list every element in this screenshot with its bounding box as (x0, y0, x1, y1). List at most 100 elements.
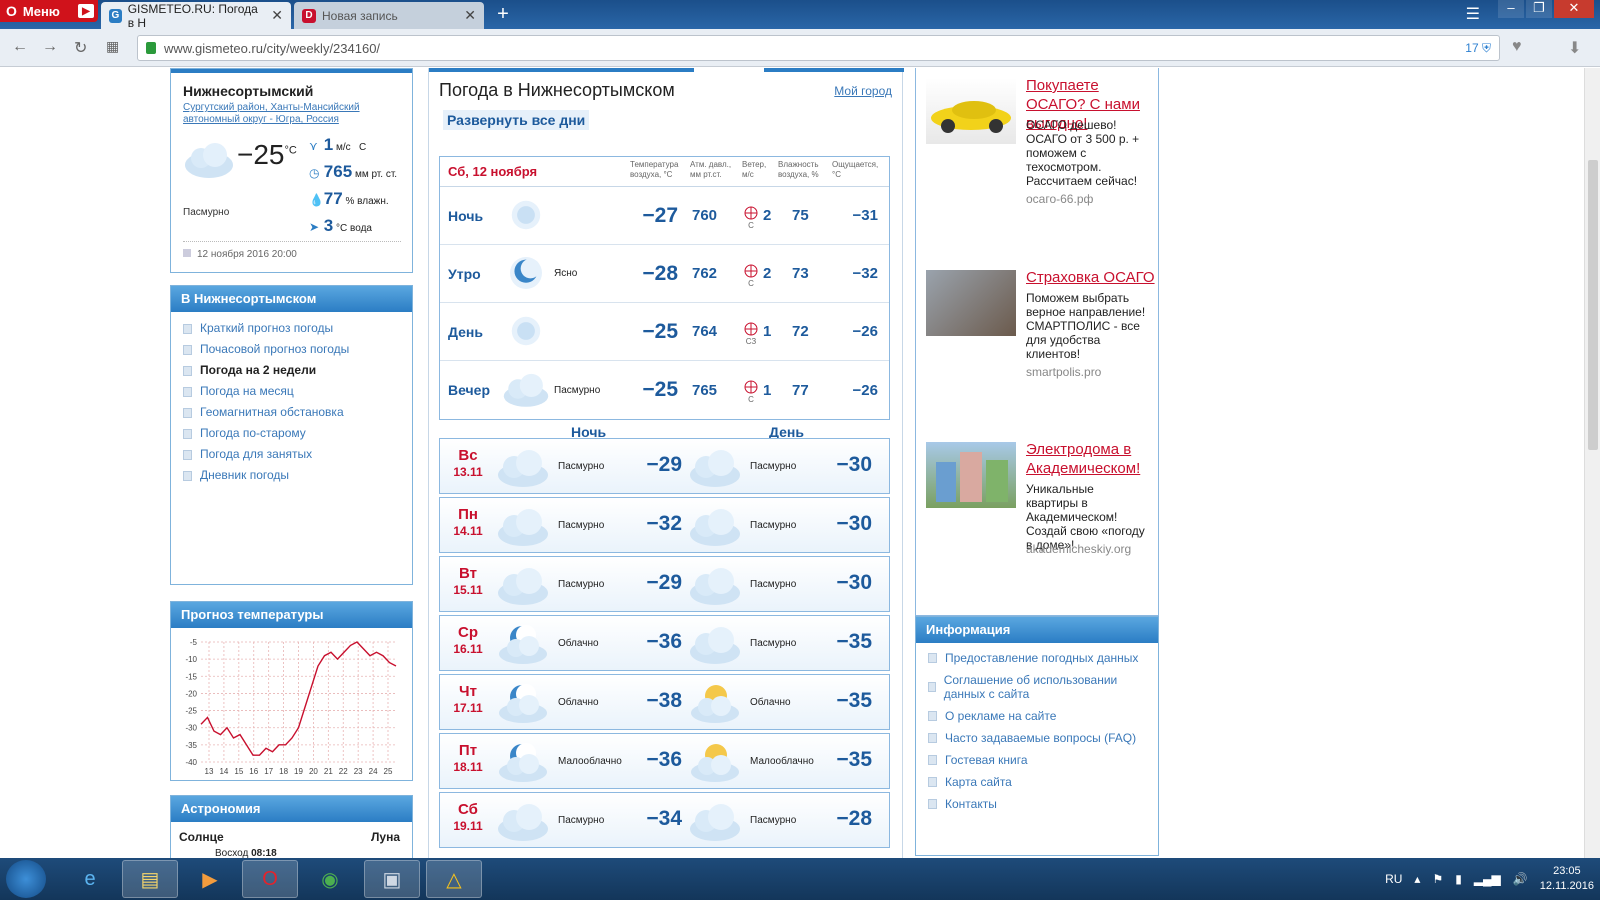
tab-menu-icon[interactable]: ☰ (1466, 4, 1480, 24)
language-indicator[interactable]: RU (1385, 872, 1402, 886)
close-tab-icon[interactable]: ✕ (271, 7, 283, 24)
sun-label: Солнце (179, 830, 224, 844)
maximize-button[interactable]: ❐ (1526, 0, 1552, 18)
nav-item[interactable]: Погода на 2 недели (183, 360, 412, 381)
day-row[interactable]: Пн 14.11 Пасмурно −32 Пасмурно −30 (439, 497, 890, 553)
period-rows: Ночь −27 760 С 2 75 −31 Утро Ясно −28 762 С 2 73 −32 Де… (440, 187, 889, 419)
ad-source[interactable]: smartpolis.pro (1026, 365, 1101, 379)
my-city-link[interactable]: Мой город (834, 84, 892, 98)
period-humidity: 77 (792, 381, 809, 399)
today-detail-box: Сб, 12 ноября Температура воздуха, °C Ат… (439, 156, 890, 420)
wind-direction-icon: СЗ (743, 321, 759, 346)
adblock-count[interactable]: 17 ⛨ (1465, 41, 1491, 56)
ad-source[interactable]: осаго-66.рф (1026, 192, 1093, 206)
nav-item[interactable]: Погода по-старому (183, 423, 412, 444)
updated-date: 12 ноября 2016 20:00 (183, 249, 297, 260)
scrollbar-thumb[interactable] (1588, 160, 1598, 450)
info-item[interactable]: Часто задаваемые вопросы (FAQ) (928, 731, 1158, 745)
expand-all-days-button[interactable]: Развернуть все дни (443, 110, 590, 130)
action-center-icon[interactable]: ⚑ (1432, 872, 1443, 886)
info-item[interactable]: Гостевая книга (928, 753, 1158, 767)
tray-expand-icon[interactable]: ▴ (1414, 872, 1420, 886)
info-item[interactable]: Карта сайта (928, 775, 1158, 789)
speed-dial-grid-icon[interactable]: ▦ (106, 38, 119, 55)
ad-title-link[interactable]: Электродома в Академическом! (1026, 440, 1156, 478)
back-arrow-icon[interactable]: ← (12, 38, 28, 56)
tab-new-entry[interactable]: D Новая запись ✕ (294, 2, 484, 29)
day-name: Вс 13.11 (453, 447, 483, 479)
ad-source[interactable]: akademicheskiy.org (1026, 542, 1131, 556)
money-keys-image[interactable] (926, 270, 1016, 336)
panel-title: В Нижнесортымском (171, 286, 412, 312)
explorer-folder-icon[interactable]: ▤ (122, 860, 178, 898)
minimize-button[interactable]: – (1498, 0, 1524, 18)
ads-panel: Покупаете ОСАГО? С нами выгодно! ОСАГО де… (915, 68, 1159, 616)
night-condition: Пасмурно (558, 815, 605, 826)
new-tab-button[interactable]: + (492, 4, 514, 26)
wind-direction-label: С (748, 278, 754, 288)
address-bar[interactable]: www.gismeteo.ru/city/weekly/234160/ 17 ⛨ (137, 35, 1500, 61)
info-item[interactable]: Контакты (928, 797, 1158, 811)
temperature-chart-panel: Прогноз температуры -5 -10 -15 -20 -25 -30 -35… (170, 601, 413, 781)
forward-arrow-icon[interactable]: → (42, 38, 58, 56)
night-temperature: −36 (646, 630, 682, 653)
opera-icon[interactable]: O (242, 860, 298, 898)
heart-icon[interactable]: ♥ (1512, 38, 1522, 56)
clock[interactable]: 23:05 12.11.2016 (1540, 864, 1594, 894)
nav-item[interactable]: Геомагнитная обстановка (183, 402, 412, 423)
period-label: Утро (448, 265, 481, 282)
url-text: www.gismeteo.ru/city/weekly/234160/ (164, 40, 381, 56)
ad-title-link[interactable]: Страховка ОСАГО (1026, 268, 1156, 287)
cloud-icon (690, 509, 740, 546)
day-row[interactable]: Вс 13.11 Пасмурно −29 Пасмурно −30 (439, 438, 890, 494)
info-item[interactable]: Соглашение об использовании данных с сай… (928, 673, 1158, 701)
opera-menu-button[interactable]: O Меню ▶ (0, 0, 98, 22)
network-icon[interactable]: ▮ (1455, 872, 1462, 886)
buildings-image[interactable] (926, 442, 1016, 508)
nav-item[interactable]: Краткий прогноз погоды (183, 318, 412, 339)
nav-item[interactable]: Погода на месяц (183, 381, 412, 402)
ie-icon[interactable]: e (62, 860, 118, 898)
reload-icon[interactable]: ↻ (74, 38, 87, 58)
yellow-car-image[interactable] (926, 78, 1016, 144)
moon-cloud-icon (499, 743, 547, 782)
y-tick-label: -15 (185, 672, 197, 681)
nav-item[interactable]: Дневник погоды (183, 465, 412, 486)
volume-icon[interactable]: 🔊 (1513, 872, 1528, 886)
region-link[interactable]: Сургутский район, Ханты-Мансийский автон… (183, 102, 383, 126)
d-favicon-icon: D (302, 8, 316, 23)
day-row[interactable]: Вт 15.11 Пасмурно −29 Пасмурно −30 (439, 556, 890, 612)
nav-item[interactable]: Почасовой прогноз погоды (183, 339, 412, 360)
cloud-icon (498, 509, 548, 546)
city-nav-list: Краткий прогноз погоды Почасовой прогноз … (171, 312, 412, 486)
media-player-icon[interactable]: ▶ (182, 860, 238, 898)
signal-icon[interactable]: ▂▄▆ (1474, 872, 1501, 886)
tab-gismeteo[interactable]: G GISMETEO.RU: Погода в Н ✕ (101, 1, 291, 30)
computer-icon[interactable]: ▣ (364, 860, 420, 898)
night-condition: Облачно (558, 638, 599, 649)
sun-cloud-icon (691, 744, 739, 782)
info-item[interactable]: О рекламе на сайте (928, 709, 1158, 723)
close-window-button[interactable]: ✕ (1554, 0, 1594, 18)
x-tick-label: 21 (324, 767, 333, 776)
tab-title: GISMETEO.RU: Погода в Н (127, 1, 258, 30)
system-tray: RU ▴ ⚑ ▮ ▂▄▆ 🔊 23:05 12.11.2016 (1385, 858, 1594, 900)
day-row[interactable]: Чт 17.11 Облачно −38 Облачно −35 (439, 674, 890, 730)
close-tab-icon[interactable]: ✕ (464, 7, 476, 24)
info-item[interactable]: Предоставление погодных данных (928, 651, 1158, 665)
day-row[interactable]: Сб 19.11 Пасмурно −34 Пасмурно −28 (439, 792, 890, 848)
nav-item[interactable]: Погода для занятых (183, 444, 412, 465)
day-row[interactable]: Пт 18.11 Малооблачно −36 Малооблачно −35 (439, 733, 890, 789)
period-label: День (448, 323, 483, 340)
pressure-stat: ◷ 765 мм рт. ст. (309, 160, 397, 187)
download-icon[interactable]: ⬇ (1568, 38, 1581, 58)
day-clear-icon (511, 316, 541, 346)
start-button[interactable] (6, 860, 46, 898)
day-row[interactable]: Ср 16.11 Облачно −36 Пасмурно −35 (439, 615, 890, 671)
night-temperature: −32 (646, 512, 682, 535)
page-scrollbar[interactable] (1584, 68, 1600, 858)
chrome-icon[interactable]: ◉ (302, 860, 358, 898)
y-tick-label: -25 (185, 707, 197, 716)
app-triangle-icon[interactable]: △ (426, 860, 482, 898)
period-humidity: 73 (792, 265, 809, 282)
